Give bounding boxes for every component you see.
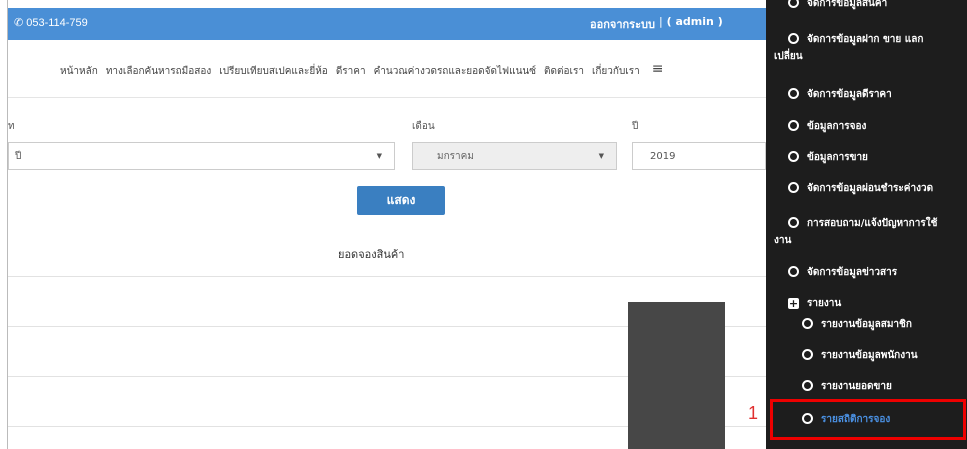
sidebar-subitem-staff-report[interactable]: รายงานข้อมูลพนักงาน [802,348,962,363]
sidebar-item-bookings[interactable]: ข้อมูลการจอง [788,119,958,134]
nav-item-about[interactable]: เกี่ยวกับเรา [592,64,640,79]
logout-link[interactable]: ออกจากระบบ [590,15,655,33]
dark-overlay-panel [628,302,725,449]
main-nav: หน้าหลัก ทางเลือกคันหารถมือสอง เปรียบเที… [8,40,766,98]
sidebar-item-inquiries[interactable]: การสอบถาม/แจ้งปัญหาการใช้ [788,216,963,231]
month-select-value: มกราคม [437,150,474,162]
circle-icon [802,349,813,360]
sidebar-item-label: จัดการข้อมูลสินค้า [807,0,888,9]
page-left-edge [0,0,8,449]
sidebar-item-label: ข้อมูลการขาย [807,152,868,163]
nav-item-price[interactable]: ดีราคา [336,64,366,79]
sidebar-item-label: รายงานข้อมูลพนักงาน [821,350,918,361]
type-select-value: ปี [15,150,22,162]
sidebar-item-reports[interactable]: + รายงาน [788,296,958,311]
sidebar-item-label: จัดการข้อมูลฝาก ขาย แลก [807,34,924,45]
nav-item-compare[interactable]: เปรียบเทียบสเปคและยี่ห้อ [219,64,328,79]
nav-item-home[interactable]: หน้าหลัก [60,64,98,79]
circle-icon [788,33,799,44]
table-row-divider [8,276,766,277]
sidebar-subitem-member-report[interactable]: รายงานข้อมูลสมาชิก [802,317,962,332]
month-select-arrow-icon: ▼ [598,152,604,160]
sidebar-item-label: ข้อมูลการจอง [807,121,867,132]
sidebar-item-label: จัดการข้อมูลข่าวสาร [807,267,898,278]
nav-item-contact[interactable]: ติดต่อเรา [544,64,584,79]
logout-area: ออกจากระบบ | ( admin ) [590,15,723,33]
month-label: เดือน [412,121,435,132]
sidebar-item-label: การสอบถาม/แจ้งปัญหาการใช้ [807,218,938,229]
phone-icon: ✆ [14,17,24,29]
top-bar: ✆ 053-114-759 ออกจากระบบ | ( admin ) [8,8,766,40]
sidebar-item-label: รายงาน [807,298,842,309]
circle-icon [788,151,799,162]
sidebar-item-label: งาน [774,235,792,246]
circle-icon [788,88,799,99]
sidebar-subitem-sales-report[interactable]: รายงานยอดขาย [802,379,962,394]
circle-icon [788,182,799,193]
year-select[interactable]: 2019 [632,142,766,170]
sidebar-item-label: รายงานยอดขาย [821,381,892,392]
circle-icon [788,266,799,277]
circle-icon [802,380,813,391]
circle-icon [788,0,799,8]
circle-icon [788,217,799,228]
sidebar-item-label: รายงานข้อมูลสมาชิก [821,319,912,330]
nav-item-calculator[interactable]: คำนวณค่างวดรถและยอดจัดไฟแนนซ์ [374,64,536,79]
type-select[interactable]: ปี ▼ [8,142,395,170]
current-user: ( admin ) [666,15,723,28]
month-select[interactable]: มกราคม ▼ [412,142,617,170]
phone-number: 053-114-759 [26,16,88,29]
nav-item-used-car-search[interactable]: ทางเลือกคันหารถมือสอง [106,64,211,79]
phone-contact[interactable]: ✆ 053-114-759 [14,16,88,30]
year-select-value: 2019 [650,150,676,162]
sidebar-item-consignment-cont: เปลี่ยน [774,49,954,64]
circle-icon [788,120,799,131]
circle-icon [802,318,813,329]
highlight-box [770,399,966,440]
type-select-arrow-icon: ▼ [376,152,382,160]
hamburger-menu-icon[interactable]: ≡ [652,62,664,79]
nav-items: หน้าหลัก ทางเลือกคันหารถมือสอง เปรียบเที… [60,62,664,79]
admin-sidebar: จัดการข้อมูลสินค้า จัดการข้อมูลฝาก ขาย แ… [766,0,967,449]
year-label: ปี [632,121,639,132]
logout-separator: | [658,15,663,28]
sidebar-item-products[interactable]: จัดการข้อมูลสินค้า [788,0,958,11]
sidebar-item-label: เปลี่ยน [774,51,803,62]
annotation-marker: 1 [748,403,759,423]
sidebar-item-consignment[interactable]: จัดการข้อมูลฝาก ขาย แลก [788,32,958,47]
table-title: ยอดจองสินค้า [338,248,405,261]
sidebar-item-price-check[interactable]: จัดการข้อมูลดีราคา [788,87,958,102]
plus-icon: + [788,297,799,310]
sidebar-item-inquiries-cont: งาน [774,233,954,248]
sidebar-item-sales[interactable]: ข้อมูลการขาย [788,150,958,165]
sidebar-item-label: จัดการข้อมูลดีราคา [807,89,892,100]
show-button[interactable]: แสดง [357,186,445,215]
sidebar-item-installments[interactable]: จัดการข้อมูลผ่อนชำระค่างวด [788,181,963,196]
sidebar-item-news[interactable]: จัดการข้อมูลข่าวสาร [788,265,958,280]
filter-label-partial: ท [8,121,15,132]
sidebar-item-label: จัดการข้อมูลผ่อนชำระค่างวด [807,183,934,194]
